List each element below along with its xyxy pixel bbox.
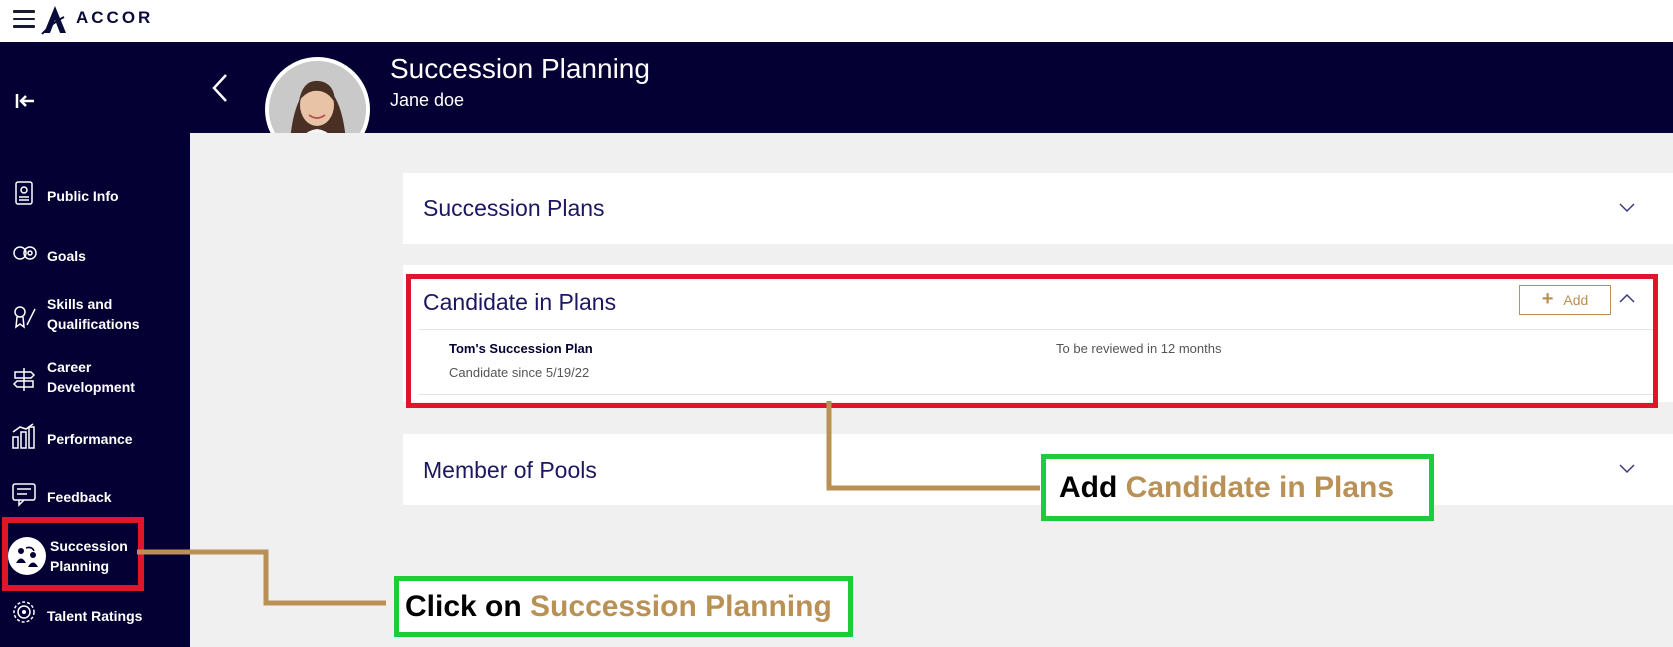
- click-succession-callout: Click on Succession Planning: [394, 576, 853, 637]
- callout-plain-text: Click on: [405, 589, 522, 623]
- add-candidate-callout: Add Candidate in Plans: [1041, 454, 1434, 521]
- callout-connectors: [137, 401, 1040, 606]
- callout-accent-text: Candidate in Plans: [1125, 470, 1395, 504]
- callout-accent-text: Succession Planning: [530, 589, 832, 623]
- callout-plain-text: Add: [1059, 470, 1118, 504]
